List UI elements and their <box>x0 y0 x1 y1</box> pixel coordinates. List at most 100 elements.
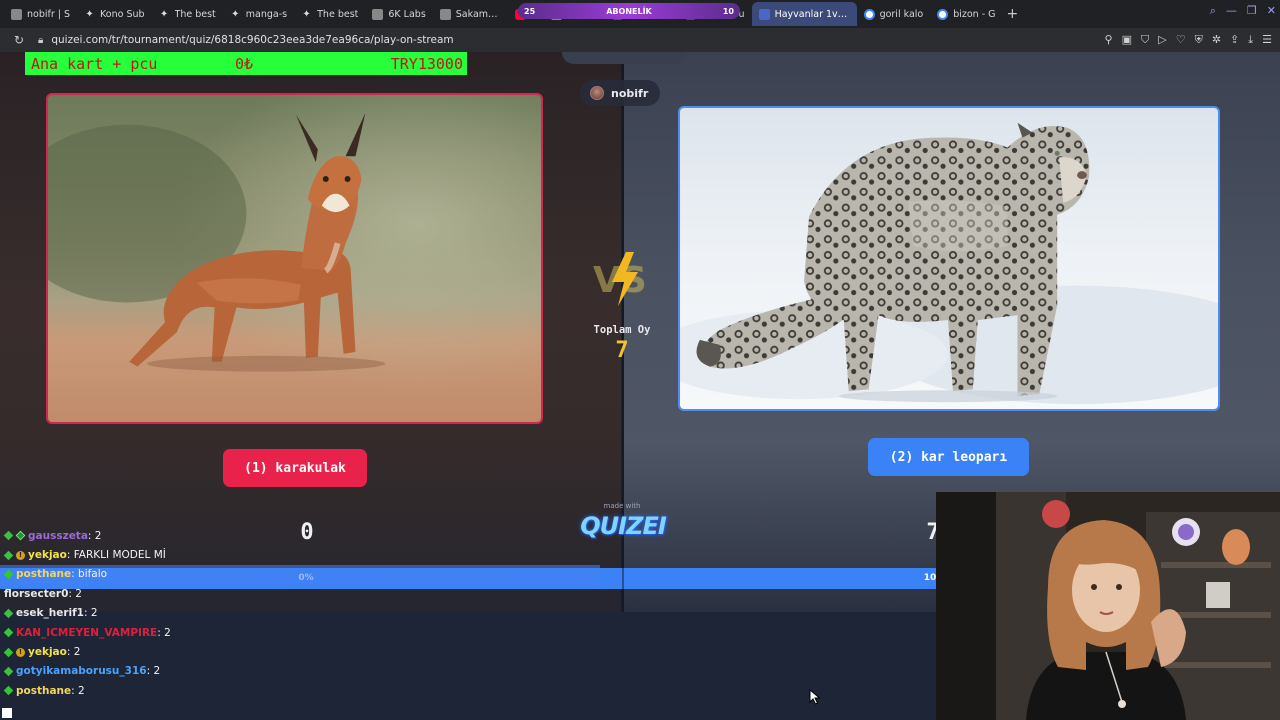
chat-scroll-icon <box>2 708 12 718</box>
browser-tab[interactable]: Hayvanlar 1v1'de <box>751 2 857 26</box>
option-1-button[interactable]: (1) karakulak <box>223 449 367 487</box>
search-tabs-icon[interactable]: ⌕ <box>1210 4 1216 18</box>
heart-icon[interactable]: ♡ <box>1176 33 1186 47</box>
tab-label: bizon - G <box>953 8 996 20</box>
chat-text: : FARKLI MODEL Mİ <box>66 549 166 562</box>
snow-leopard-picture <box>680 108 1218 409</box>
share-icon[interactable]: ⇪ <box>1230 33 1239 47</box>
minimize-icon[interactable]: — <box>1226 4 1237 18</box>
chat-text: : 2 <box>66 646 81 659</box>
reload-icon[interactable]: ↻ <box>14 33 30 47</box>
option-1-image[interactable] <box>46 93 543 424</box>
chat-message: florsecter0: 2 <box>0 584 600 603</box>
tab-label: Hayvanlar 1v1'de <box>774 8 850 20</box>
subscriber-goal-overlay: 25 ABONELİK 10 <box>518 3 740 19</box>
site-info-icon[interactable]: 🔒︎ <box>38 35 43 46</box>
chat-text: : 2 <box>68 587 82 600</box>
mouse-cursor-icon <box>809 689 821 705</box>
chat-badge-icon <box>3 686 14 696</box>
browser-tab[interactable]: ✦ The best <box>294 2 365 26</box>
chat-text: : 2 <box>87 529 102 542</box>
caracal-picture <box>48 95 541 422</box>
chat-text: : 2 <box>71 684 85 697</box>
browser-tab[interactable]: ✦ Kono Sub <box>77 2 152 26</box>
tab-favicon-icon <box>937 8 949 20</box>
extension-shield-icon[interactable]: ⛨ <box>1195 33 1203 47</box>
chat-message: posthane: bifalo <box>0 564 600 585</box>
close-icon[interactable]: ✕ <box>1267 4 1276 18</box>
chat-message: KAN_ICMEYEN_VAMPIRE: 2 <box>0 623 600 642</box>
chat-badge-icon <box>3 647 14 657</box>
address-bar: ↻ 🔒︎ quizei.com/tr/tournament/quiz/6818c… <box>0 28 1280 52</box>
chat-username[interactable]: yekjao <box>28 646 67 658</box>
screen: nobifr | S ✦ Kono Sub ✦ The best ✦ manga-s ✦ The… <box>0 0 1280 720</box>
total-votes-value: 7 <box>615 338 629 363</box>
chat-username[interactable]: yekjao <box>28 549 67 561</box>
new-tab-button[interactable]: + <box>1007 6 1019 22</box>
progress-center-line <box>622 568 624 612</box>
chat-badge-icon <box>3 530 14 541</box>
vs-icon: VS <box>590 248 658 308</box>
option-2-image[interactable] <box>678 106 1220 411</box>
chat-message: gotyikamaborusu_316: 2 <box>0 662 600 681</box>
subscriber-badge-icon: ! <box>16 647 25 657</box>
browser-tab[interactable]: 6K Labs <box>365 2 432 26</box>
stream-chat: gausszeta: 2! yekjao: FARKLI MODEL Mİ post… <box>0 526 600 701</box>
chat-message: posthane: 2 <box>0 681 600 700</box>
chat-badge-icon <box>3 569 14 580</box>
chat-username[interactable]: posthane <box>16 685 71 697</box>
chat-text: : 2 <box>157 626 171 639</box>
play-icon[interactable]: ▷ <box>1158 33 1166 47</box>
browser-tab[interactable]: ✦ manga-s <box>223 2 294 26</box>
tab-favicon-icon: ✦ <box>85 8 94 20</box>
chat-badge-icon <box>3 550 14 560</box>
total-votes-label: Toplam Oy <box>593 324 651 336</box>
tab-favicon-icon <box>372 8 384 20</box>
tab-favicon-icon <box>11 8 22 20</box>
browser-tab[interactable]: bizon - G <box>930 2 1002 26</box>
restore-icon[interactable]: ❐ <box>1247 4 1257 18</box>
tab-label: goril kalo <box>879 8 924 20</box>
sub-goal-label: ABONELİK <box>606 6 652 16</box>
tab-label: 6K Labs <box>388 8 426 20</box>
download-icon[interactable]: ⤓ <box>1248 33 1253 47</box>
donation-amount: 0₺ <box>235 54 254 73</box>
tab-label: The best <box>317 8 359 20</box>
top-handle <box>562 52 686 64</box>
tab-label: The best <box>174 8 216 20</box>
screenshot-icon[interactable]: ▣ <box>1122 33 1132 47</box>
streamer-picture <box>936 492 1280 720</box>
chat-username[interactable]: esek_herif1 <box>16 607 84 619</box>
chat-username[interactable]: KAN_ICMEYEN_VAMPIRE <box>16 627 157 639</box>
webcam-feed <box>936 492 1280 720</box>
browser-tab[interactable]: nobifr | S <box>4 2 77 26</box>
creator-badge[interactable]: nobifr <box>580 80 661 106</box>
chat-username[interactable]: gausszeta <box>28 530 88 542</box>
chat-username[interactable]: gotyikamaborusu_316 <box>16 665 147 677</box>
tab-label: manga-s <box>245 8 288 20</box>
browser-tab[interactable]: goril kalo <box>857 2 931 26</box>
creator-name: nobifr <box>611 86 649 100</box>
chat-username[interactable]: posthane <box>16 568 71 580</box>
tab-label: nobifr | S <box>27 8 71 20</box>
menu-icon[interactable]: ☰ <box>1262 33 1272 47</box>
chat-badge-icon <box>3 608 14 619</box>
chat-text: : bifalo <box>71 568 108 581</box>
pin-icon[interactable]: ⚲ <box>1105 33 1113 47</box>
browser-tab[interactable]: ✦ The best <box>152 2 223 26</box>
tab-favicon-icon <box>439 8 451 20</box>
browser-tab[interactable]: Sakamoto <box>433 2 508 26</box>
tab-favicon-icon: ✦ <box>159 8 169 20</box>
chat-message: ! yekjao: 2 <box>0 642 600 661</box>
option-2-button[interactable]: (2) kar leoparı <box>868 438 1029 476</box>
made-with-label: made with <box>603 502 641 510</box>
chat-text: : 2 <box>83 607 98 620</box>
puzzle-icon[interactable]: ✲ <box>1212 33 1221 47</box>
donation-item: Ana kart + pcu <box>31 54 158 73</box>
shield-icon[interactable]: ⛉ <box>1141 33 1149 47</box>
chat-username[interactable]: florsecter0 <box>4 588 68 600</box>
chat-message: esek_herif1: 2 <box>0 604 600 623</box>
url-field[interactable]: quizei.com/tr/tournament/quiz/6818c960c2… <box>51 34 453 46</box>
window-controls: ⌕ — ❐ ✕ <box>1210 4 1276 18</box>
donation-goal: TRY13000 <box>390 54 463 73</box>
